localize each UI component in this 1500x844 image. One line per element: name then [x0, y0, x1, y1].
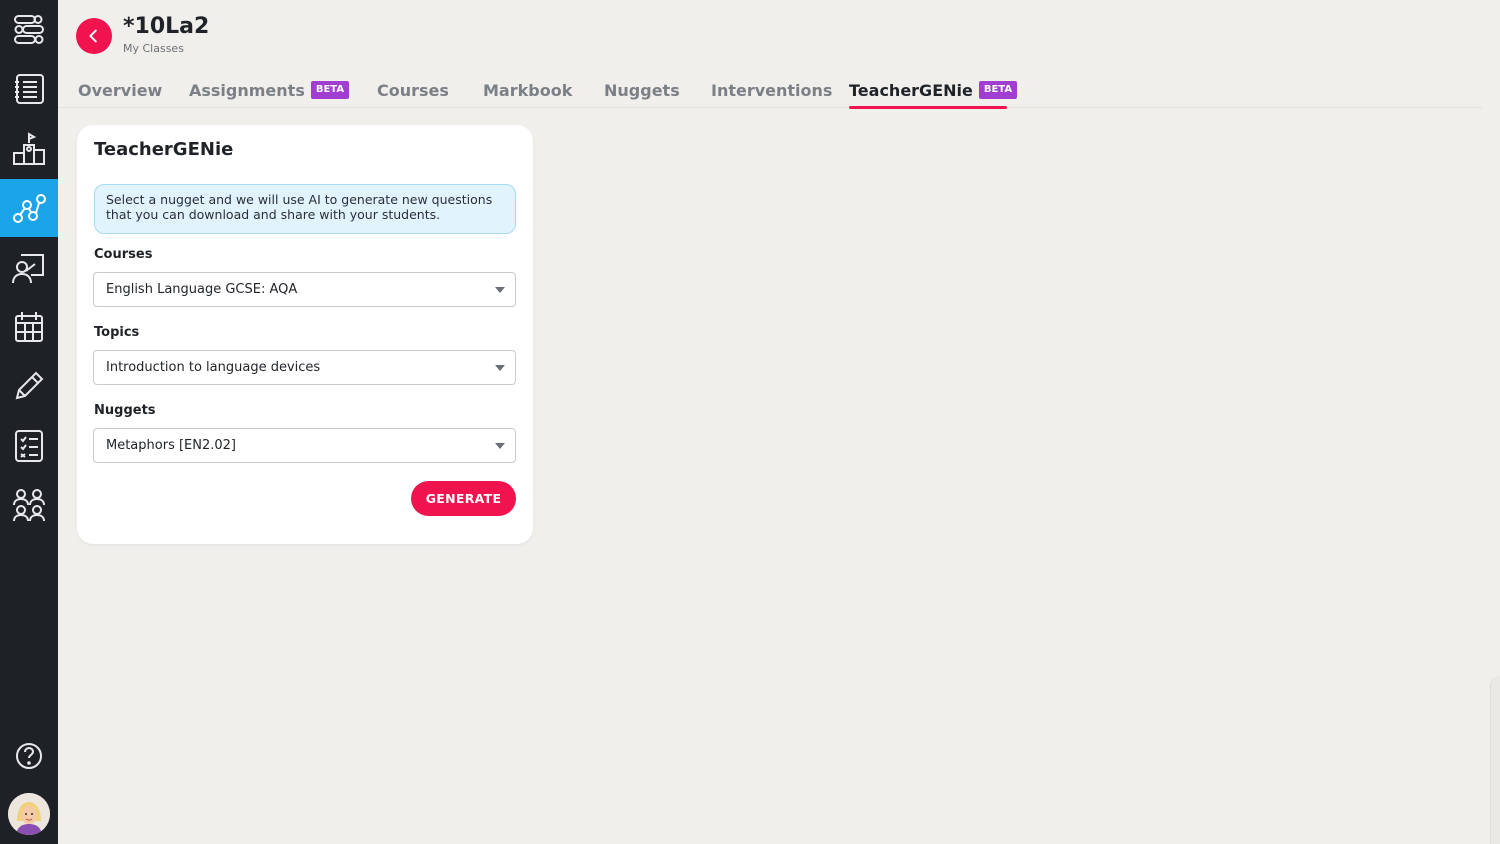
tabs-divider: [58, 107, 1482, 108]
help-button[interactable]: [0, 727, 58, 785]
breadcrumb[interactable]: My Classes: [123, 42, 184, 55]
sidebar-item-network[interactable]: [0, 179, 58, 237]
tab-label: Overview: [78, 80, 163, 100]
info-text-line-1: Select a nugget and we will use AI to ge…: [106, 192, 493, 207]
tab-courses[interactable]: Courses: [377, 78, 449, 102]
pencil-icon: [15, 371, 44, 400]
topics-select[interactable]: Introduction to language devices: [93, 350, 516, 385]
nuggets-select[interactable]: Metaphors [EN2.02]: [93, 428, 516, 463]
tab-label: TeacherGENie: [849, 80, 973, 100]
info-banner: Select a nugget and we will use AI to ge…: [94, 184, 516, 234]
sidebar-item-list[interactable]: [0, 60, 58, 118]
card-title: TeacherGENie: [94, 139, 234, 160]
topics-label: Topics: [94, 325, 140, 340]
tab-overview[interactable]: Overview: [78, 78, 162, 102]
side-panel-handle[interactable]: [1490, 676, 1500, 844]
beta-badge: BETA: [978, 81, 1018, 99]
back-button[interactable]: [76, 18, 112, 54]
checklist-icon: [15, 430, 43, 462]
tab-label: Assignments: [189, 80, 305, 100]
caret-down-icon: [495, 443, 505, 449]
calendar-icon: [15, 312, 43, 342]
tab-label: Interventions: [711, 80, 833, 100]
tab-nuggets[interactable]: Nuggets: [604, 78, 680, 102]
podium-icon: [13, 132, 45, 165]
teacher-board-icon: [12, 254, 44, 284]
sidebar-item-calendar[interactable]: [0, 298, 58, 356]
nuggets-select-value: Metaphors [EN2.02]: [106, 438, 236, 453]
tab-label: Courses: [377, 80, 449, 100]
sidebar: [0, 0, 58, 844]
sidebar-item-group[interactable]: [0, 476, 58, 534]
sidebar-item-teacher[interactable]: [0, 239, 58, 297]
chevron-left-icon: [89, 29, 97, 43]
beta-badge: BETA: [310, 81, 350, 99]
tab-markbook[interactable]: Markbook: [483, 78, 572, 102]
courses-label: Courses: [94, 247, 153, 262]
sidebar-item-checklist[interactable]: [0, 417, 58, 475]
tab-assignments[interactable]: Assignments BETA: [189, 78, 350, 102]
help-icon: [16, 743, 42, 769]
teachergenie-card: TeacherGENie Select a nugget and we will…: [77, 125, 533, 544]
page-title: *10La2: [123, 14, 210, 39]
network-icon: [13, 194, 46, 223]
sidebar-item-pencil[interactable]: [0, 357, 58, 415]
list-icon: [15, 74, 44, 104]
sidebar-item-podium[interactable]: [0, 120, 58, 178]
tab-label: Nuggets: [604, 80, 680, 100]
sidebar-item-hierarchy[interactable]: [0, 0, 58, 58]
tab-interventions[interactable]: Interventions: [711, 78, 832, 102]
caret-down-icon: [495, 365, 505, 371]
courses-select[interactable]: English Language GCSE: AQA: [93, 272, 516, 307]
group-icon: [13, 489, 45, 522]
caret-down-icon: [495, 287, 505, 293]
user-avatar[interactable]: [8, 793, 50, 835]
tab-teachergenie[interactable]: TeacherGENie BETA: [849, 78, 1018, 102]
nuggets-label: Nuggets: [94, 403, 156, 418]
topics-select-value: Introduction to language devices: [106, 360, 321, 375]
generate-button[interactable]: GENERATE: [411, 481, 516, 516]
avatar-icon: [8, 793, 50, 835]
info-text-line-2: that you can download and share with you…: [106, 206, 441, 222]
tab-label: Markbook: [483, 80, 573, 100]
hierarchy-icon: [14, 15, 44, 44]
active-tab-indicator: [849, 106, 1007, 109]
courses-select-value: English Language GCSE: AQA: [106, 282, 298, 297]
